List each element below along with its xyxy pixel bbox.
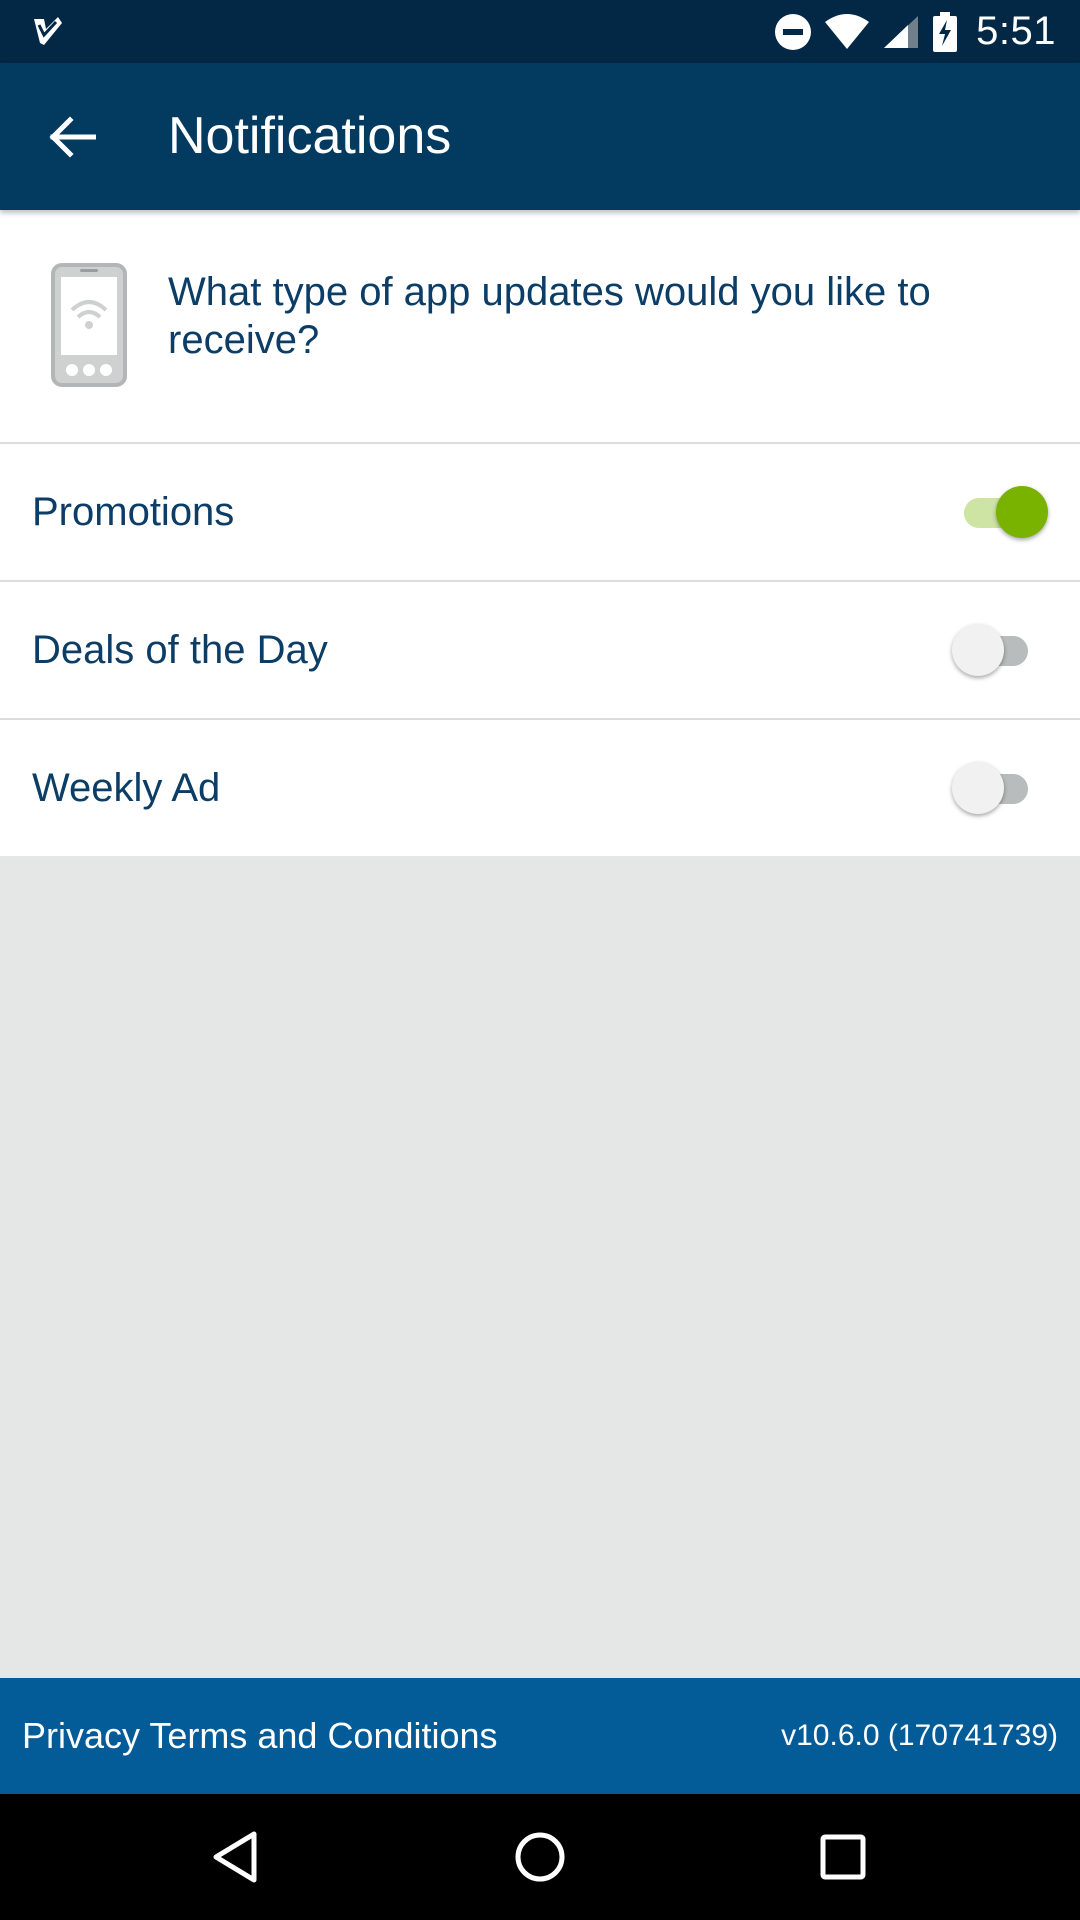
status-icons: 5:51 (774, 0, 1056, 63)
battery-charging-icon (933, 11, 958, 52)
app-toolbar: Notifications (0, 63, 1080, 210)
home-circle-icon (515, 1832, 565, 1882)
system-nav-bar (0, 1794, 1080, 1920)
deals-of-the-day-toggle[interactable] (952, 624, 1040, 676)
setting-label: Weekly Ad (32, 766, 221, 810)
nav-home-button[interactable] (500, 1817, 580, 1897)
footer-bar: Privacy Terms and Conditions v10.6.0 (17… (0, 1678, 1080, 1794)
nav-recents-button[interactable] (803, 1817, 883, 1897)
setting-label: Deals of the Day (32, 628, 328, 672)
status-time: 5:51 (976, 9, 1056, 53)
toggle-thumb (952, 762, 1004, 814)
intro-section: What type of app updates would you like … (0, 210, 1080, 444)
status-bar: 5:51 (0, 0, 1080, 63)
signal-icon (884, 15, 919, 48)
setting-label: Promotions (32, 490, 235, 534)
toggle-thumb (996, 486, 1048, 538)
back-triangle-icon (213, 1831, 257, 1883)
setting-row-deals-of-the-day: Deals of the Day (0, 582, 1080, 720)
back-button[interactable] (30, 99, 114, 175)
recents-square-icon (820, 1834, 866, 1880)
check-app-icon (34, 17, 62, 45)
setting-row-promotions: Promotions (0, 444, 1080, 582)
setting-row-weekly-ad: Weekly Ad (0, 720, 1080, 856)
notification-settings-list: Promotions Deals of the Day Weekly Ad (0, 444, 1080, 856)
app-version: v10.6.0 (170741739) (781, 1719, 1058, 1752)
wifi-icon (825, 13, 870, 49)
do-not-disturb-icon (775, 13, 812, 50)
phone-wifi-icon (51, 263, 127, 387)
promotions-toggle[interactable] (958, 486, 1048, 538)
question-text: What type of app updates would you like … (168, 270, 931, 362)
nav-back-button[interactable] (195, 1817, 275, 1897)
privacy-terms-link[interactable]: Privacy Terms and Conditions (22, 1678, 498, 1794)
weekly-ad-toggle[interactable] (952, 762, 1040, 814)
toggle-thumb (952, 624, 1004, 676)
arrow-left-icon (49, 116, 96, 158)
page-title: Notifications (168, 107, 452, 165)
